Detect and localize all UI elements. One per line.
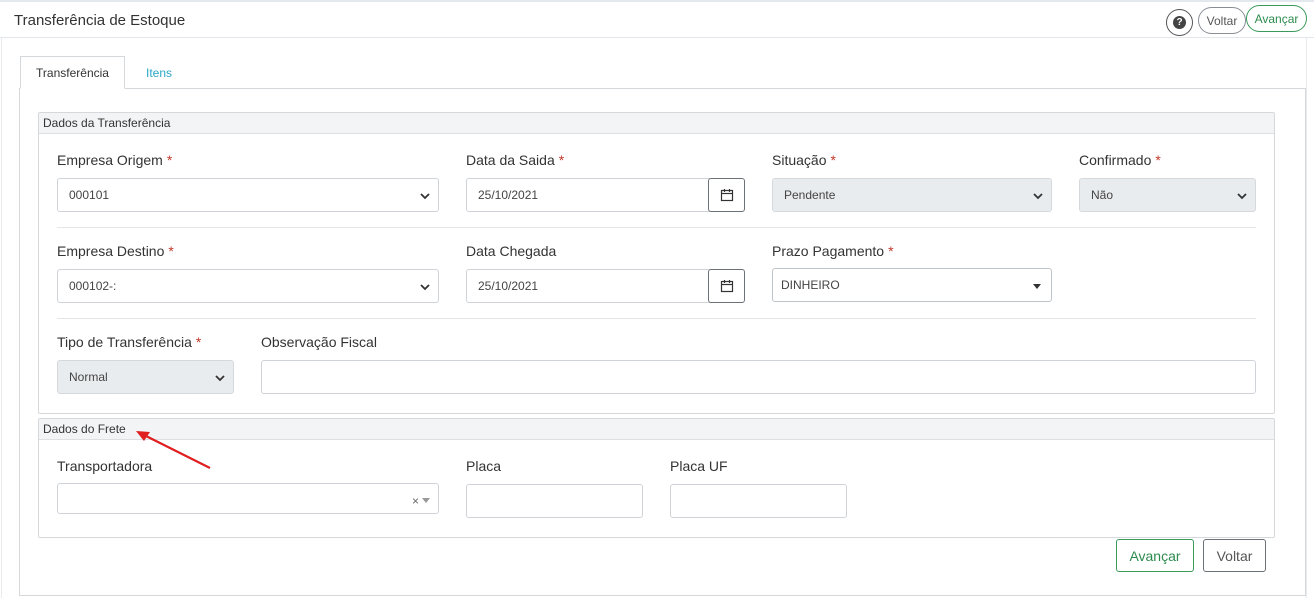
next-button-top[interactable]: Avançar [1246,5,1307,32]
back-button-top[interactable]: Voltar [1198,7,1246,34]
placa-input[interactable] [466,484,643,518]
tipo-transferencia-select[interactable]: Normal [57,360,234,394]
empresa-destino-label: Empresa Destino * [57,243,174,259]
calendar-icon [720,189,733,202]
chevron-down-icon [420,284,430,291]
confirmado-value: Não [1091,188,1114,202]
clear-icon[interactable]: × [412,494,419,508]
placa-uf-label: Placa UF [670,458,728,474]
situacao-label: Situação * [772,152,836,168]
data-saida-input[interactable]: 25/10/2021 [466,178,710,212]
data-saida-value: 25/10/2021 [478,188,539,202]
chevron-down-icon [420,193,430,200]
situacao-value: Pendente [784,188,836,202]
tipo-transferencia-label: Tipo de Transferência * [57,334,202,350]
caret-down-icon [422,498,430,503]
confirmado-label: Confirmado * [1079,152,1161,168]
page-title: Transferência de Estoque [14,12,186,29]
help-button[interactable]: ? [1166,9,1193,36]
prazo-pagamento-label: Prazo Pagamento * [772,243,894,259]
tipo-transferencia-value: Normal [69,370,108,384]
question-circle-icon: ? [1173,16,1186,29]
placa-label: Placa [466,458,502,474]
tab-transferencia[interactable]: Transferência [20,56,125,89]
freight-data-section: Dados do Frete [38,418,1275,538]
empresa-destino-value: 000102-: [69,279,117,293]
transfer-data-legend: Dados da Transferência [39,113,1274,134]
observacao-fiscal-label: Observação Fiscal [261,334,377,350]
observacao-fiscal-input[interactable] [261,360,1256,394]
page-border-left [1,38,2,598]
prazo-pagamento-select[interactable]: DINHEIRO [772,268,1052,302]
empresa-origem-value: 000101 [69,188,110,202]
prazo-pagamento-value: DINHEIRO [781,278,840,292]
data-saida-calendar-button[interactable] [708,178,745,212]
chevron-down-icon [1237,193,1247,200]
page-border-right [1306,38,1307,598]
transportadora-label: Transportadora [57,458,153,474]
data-saida-label: Data da Saida * [466,152,565,168]
empresa-destino-select[interactable]: 000102-: [57,269,439,303]
chevron-down-icon [1033,193,1043,200]
caret-down-icon [1033,284,1041,289]
empresa-origem-label: Empresa Origem * [57,152,173,168]
empresa-origem-select[interactable]: 000101 [57,178,439,212]
data-chegada-input[interactable]: 25/10/2021 [466,269,710,303]
data-chegada-label: Data Chegada [466,243,557,259]
data-chegada-value: 25/10/2021 [478,279,539,293]
confirmado-select[interactable]: Não [1079,178,1256,212]
next-button[interactable]: Avançar [1116,539,1194,572]
tab-itens[interactable]: Itens [132,56,186,89]
transportadora-select[interactable]: × [57,483,439,514]
situacao-select[interactable]: Pendente [772,178,1052,212]
placa-uf-input[interactable] [670,484,847,518]
row-divider [57,227,1256,228]
back-button[interactable]: Voltar [1203,539,1266,572]
data-chegada-calendar-button[interactable] [708,269,745,303]
row-divider [57,318,1256,319]
calendar-icon [720,280,733,293]
chevron-down-icon [215,375,225,382]
title-bar: Transferência de Estoque ? Voltar Avança… [0,0,1314,38]
freight-data-legend: Dados do Frete [39,419,1274,440]
